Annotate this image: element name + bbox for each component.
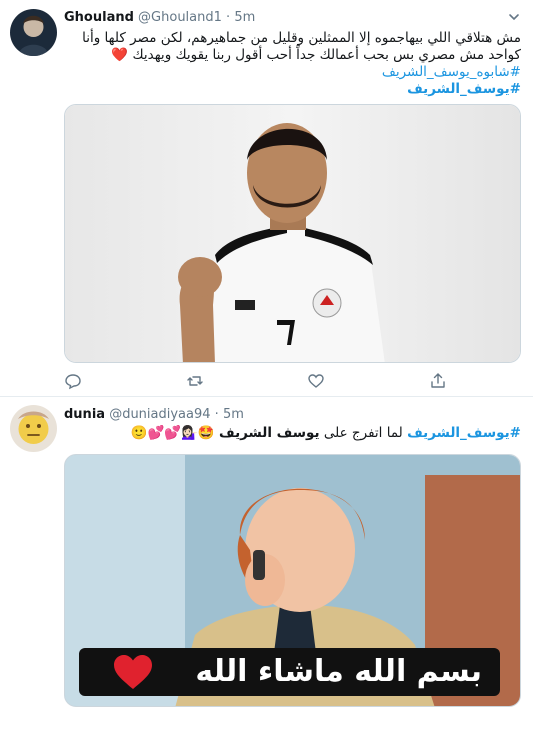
author-handle[interactable]: @duniadiyaa94 (109, 407, 210, 422)
separator-dot: · (214, 407, 219, 422)
author-name[interactable]: dunia (64, 407, 105, 422)
hashtag-link[interactable]: #يوسف_الشريف (407, 425, 521, 441)
hashtag-link[interactable]: #يوسف_الشريف (407, 81, 521, 97)
avatar[interactable] (10, 405, 57, 452)
tweet-header: Ghouland @Ghouland1 · 5m (64, 10, 521, 30)
tweet-emoji: 🤩💁🏻‍♀️💕💕🙂 (130, 425, 219, 441)
tweet-text: مش هتلاقي اللي بيهاجموه إلا الممثلين وقل… (64, 30, 521, 98)
tweet-image[interactable] (64, 104, 521, 363)
retweet-icon[interactable] (186, 372, 204, 390)
tweet[interactable]: Ghouland @Ghouland1 · 5m مش هتلاقي اللي … (0, 0, 533, 397)
timestamp[interactable]: 5m (223, 407, 244, 422)
avatar[interactable] (10, 9, 57, 56)
tweet-header: dunia @duniadiyaa94 · 5m (64, 407, 521, 427)
tweet-text-line: كواحد مش مصري بس بحب أعمالك جداً أحب أقو… (111, 47, 521, 63)
separator-dot: · (226, 10, 231, 25)
chevron-down-icon[interactable] (507, 10, 521, 24)
tweet-text-bold: يوسف الشريف (219, 425, 320, 441)
author-handle[interactable]: @Ghouland1 (138, 10, 222, 25)
share-icon[interactable] (429, 372, 447, 390)
tweet[interactable]: dunia @duniadiyaa94 · 5m #يوسف_الشريف لم… (0, 397, 533, 747)
timestamp[interactable]: 5m (234, 10, 255, 25)
reply-icon[interactable] (64, 372, 82, 390)
tweet-text: #يوسف_الشريف لما اتفرج على يوسف الشريف 🤩… (64, 425, 521, 442)
hashtag-link[interactable]: #شابوه_يوسف_الشريف (382, 64, 521, 80)
like-icon[interactable] (307, 372, 325, 390)
heart-icon (111, 652, 155, 692)
tweet-text-segment: لما اتفرج على (319, 425, 408, 441)
author-name[interactable]: Ghouland (64, 10, 134, 25)
tweet-image[interactable]: بسم الله ماشاء الله (64, 454, 521, 707)
tweet-text-line: مش هتلاقي اللي بيهاجموه إلا الممثلين وقل… (82, 30, 521, 46)
tweet-actions (64, 372, 464, 392)
